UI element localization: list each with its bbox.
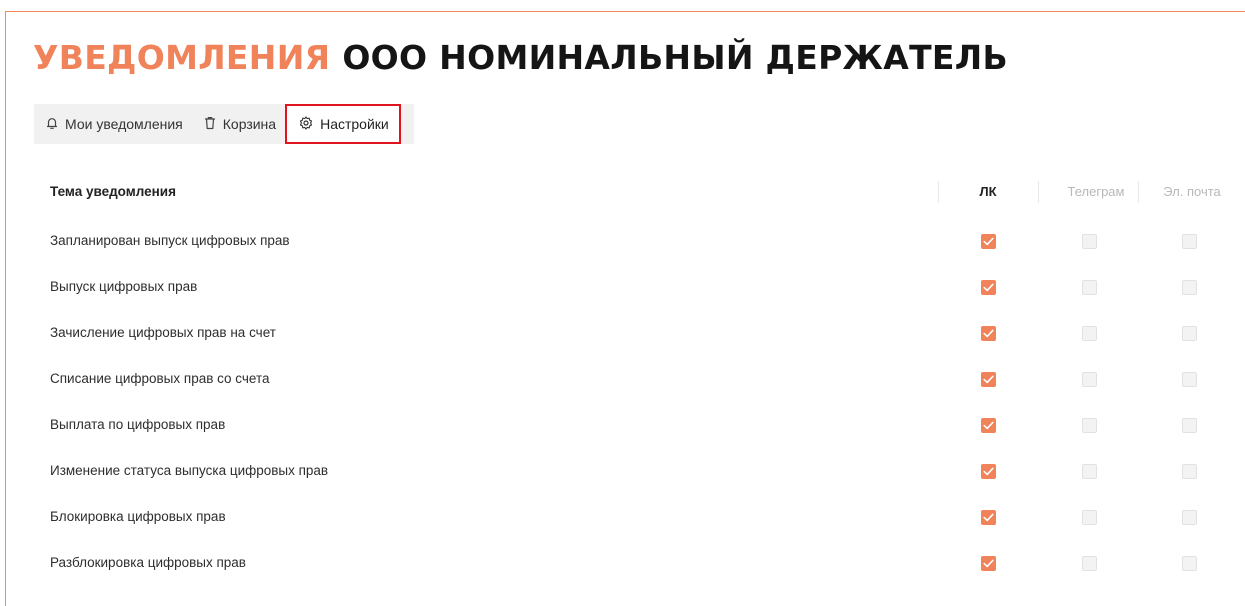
checkbox-email[interactable] [1182,556,1197,571]
checkbox-lk[interactable] [981,556,996,571]
checkbox-telegram[interactable] [1082,326,1097,341]
tab-my-notifications[interactable]: Мои уведомления [34,104,192,144]
column-header-telegram: Телеграм [1067,184,1125,199]
notification-topic: Запланирован выпуск цифровых прав [50,233,290,248]
table-row: Зачисление цифровых прав на счет [0,310,1245,356]
notification-topic: Зачисление цифровых прав на счет [50,325,276,340]
table-row: Выплата по цифровых прав [0,402,1245,448]
column-header-topic: Тема уведомления [50,184,176,199]
checkbox-email[interactable] [1182,418,1197,433]
notification-topic: Блокировка цифровых прав [50,509,226,524]
checkbox-telegram[interactable] [1082,464,1097,479]
column-header-lk: ЛК [979,184,997,199]
tab-trash[interactable]: Корзина [192,104,285,144]
notification-tabs: Мои уведомления Корзина Настройки [34,104,414,144]
organization-name: ООО НОМИНАЛЬНЫЙ ДЕРЖАТЕЛЬ [342,38,1008,77]
notification-topic: Разблокировка цифровых прав [50,555,246,570]
table-row: Запланирован выпуск цифровых прав [0,218,1245,264]
table-row: Выпуск цифровых прав [0,264,1245,310]
checkbox-email[interactable] [1182,280,1197,295]
checkbox-telegram[interactable] [1082,418,1097,433]
checkbox-telegram[interactable] [1082,280,1097,295]
checkbox-email[interactable] [1182,326,1197,341]
checkbox-lk[interactable] [981,510,996,525]
checkbox-telegram[interactable] [1082,556,1097,571]
checkbox-email[interactable] [1182,372,1197,387]
table-row: Списание цифровых прав со счета [0,356,1245,402]
notification-topic: Изменение статуса выпуска цифровых прав [50,463,329,478]
column-header-email: Эл. почта [1163,184,1221,199]
column-divider [1038,181,1039,203]
page-title-accent: УВЕДОМЛЕНИЯ [33,38,331,77]
notification-topic: Выпуск цифровых прав [50,279,198,294]
tab-settings[interactable]: Настройки [285,104,401,144]
checkbox-lk[interactable] [981,326,996,341]
checkbox-lk[interactable] [981,418,996,433]
checkbox-telegram[interactable] [1082,372,1097,387]
gear-icon [299,115,320,133]
checkbox-email[interactable] [1182,464,1197,479]
checkbox-lk[interactable] [981,280,996,295]
checkbox-lk[interactable] [981,464,996,479]
checkbox-telegram[interactable] [1082,510,1097,525]
bell-icon [46,116,65,133]
table-row: Изменение статуса выпуска цифровых прав [0,448,1245,494]
table-row: Блокировка цифровых прав [0,494,1245,540]
trash-icon [204,116,223,133]
column-divider [1138,181,1139,203]
checkbox-lk[interactable] [981,234,996,249]
notification-settings-list: Запланирован выпуск цифровых прав Выпуск … [0,218,1245,586]
tab-label: Корзина [222,116,277,132]
tab-label: Мои уведомления [65,116,183,132]
column-divider [938,181,939,203]
checkbox-telegram[interactable] [1082,234,1097,249]
tab-label: Настройки [320,116,389,132]
table-header: Тема уведомления ЛК Телеграм Эл. почта [50,176,1245,206]
notification-topic: Списание цифровых прав со счета [50,371,270,386]
checkbox-email[interactable] [1182,234,1197,249]
table-row: Разблокировка цифровых прав [0,540,1245,586]
checkbox-lk[interactable] [981,372,996,387]
notification-topic: Выплата по цифровых прав [50,417,226,432]
checkbox-email[interactable] [1182,510,1197,525]
page-title: УВЕДОМЛЕНИЯ ООО НОМИНАЛЬНЫЙ ДЕРЖАТЕЛЬ [33,38,1008,78]
